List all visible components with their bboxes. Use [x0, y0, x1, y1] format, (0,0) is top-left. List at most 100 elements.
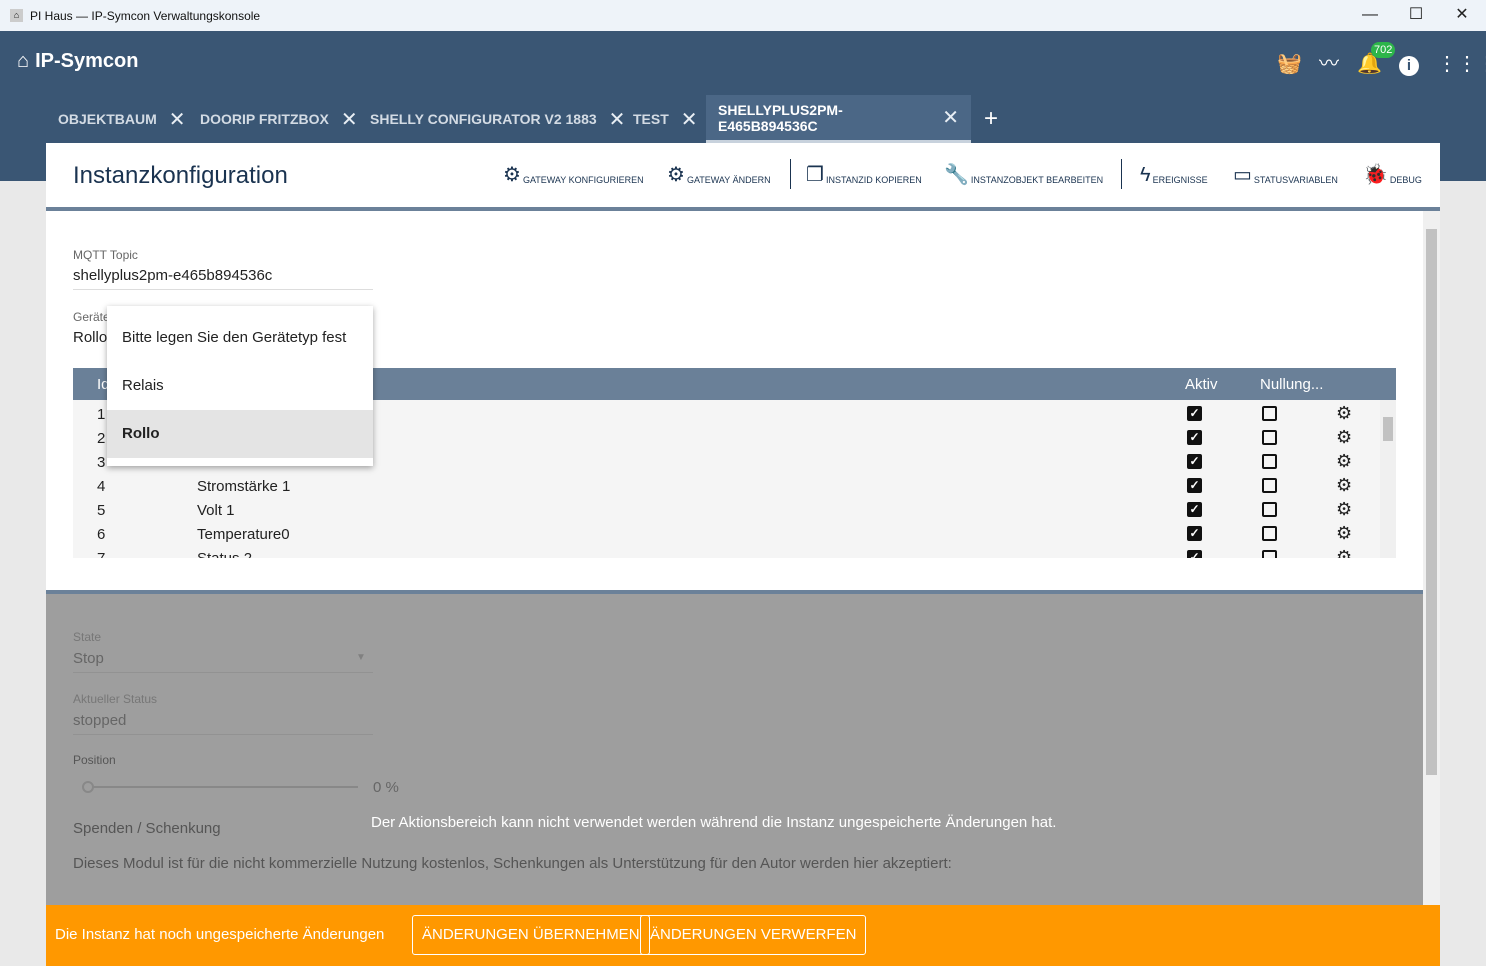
- button-label: DEBUG: [1390, 175, 1422, 185]
- unsaved-message: Die Instanz hat noch ungespeicherte Ände…: [55, 926, 384, 943]
- table-row[interactable]: 5 Volt 1 ✓ ⚙: [73, 498, 1380, 522]
- tab-doorip-fritzbox[interactable]: DOORIP FRITZBOX ✕: [188, 95, 370, 143]
- aktiv-checkbox[interactable]: ✓: [1187, 454, 1202, 469]
- position-slider[interactable]: [84, 786, 358, 788]
- row-name: Volt 1: [197, 502, 235, 519]
- close-tab-icon[interactable]: ✕: [341, 107, 358, 132]
- button-label: INSTANZOBJEKT BEARBEITEN: [971, 175, 1103, 185]
- chevron-down-icon: ▼: [356, 652, 366, 663]
- nullung-checkbox[interactable]: [1262, 550, 1277, 558]
- row-name: Temperature0: [197, 526, 290, 543]
- panel-scrollbar[interactable]: [1423, 211, 1440, 905]
- label-icon: ▭: [1233, 165, 1252, 185]
- toolbar-divider: [790, 159, 791, 189]
- bolt-icon: ϟ: [1140, 165, 1151, 185]
- position-label: Position: [73, 753, 116, 767]
- chart-icon[interactable]: 〰: [1317, 52, 1341, 76]
- status-label: Aktueller Status: [73, 692, 157, 706]
- gear-icon: ⚙: [503, 165, 521, 185]
- apply-changes-button[interactable]: ÄNDERUNGEN ÜBERNEHMEN: [412, 915, 650, 955]
- nullung-checkbox[interactable]: [1262, 406, 1277, 421]
- device-type-dropdown: Bitte legen Sie den Gerätetyp fest Relai…: [107, 306, 373, 466]
- tab-label: OBJEKTBAUM: [58, 111, 157, 127]
- close-tab-icon[interactable]: ✕: [942, 105, 959, 130]
- aktiv-checkbox[interactable]: ✓: [1187, 406, 1202, 421]
- gear-icon[interactable]: ⚙: [1336, 499, 1352, 520]
- debug-button[interactable]: 🐞DEBUG: [1363, 165, 1422, 185]
- status-variables-button[interactable]: ▭STATUSVARIABLEN: [1233, 165, 1338, 185]
- aktiv-checkbox[interactable]: ✓: [1187, 430, 1202, 445]
- button-label: GATEWAY KONFIGURIEREN: [523, 175, 644, 185]
- row-number: 1: [97, 406, 105, 423]
- button-label: INSTANZID KOPIEREN: [826, 175, 922, 185]
- dropdown-option[interactable]: Relais: [107, 362, 373, 410]
- tab-objektbaum[interactable]: OBJEKTBAUM ✕: [46, 95, 198, 143]
- button-label: GATEWAY ÄNDERN: [687, 175, 771, 185]
- nullung-checkbox[interactable]: [1262, 502, 1277, 517]
- tab-shellyplus2pm[interactable]: SHELLYPLUS2PM-E465B894536C ✕: [706, 95, 971, 143]
- tab-test[interactable]: TEST ✕: [621, 95, 710, 143]
- device-type-select[interactable]: Rollo: [73, 329, 107, 346]
- dropdown-option-selected[interactable]: Rollo: [107, 410, 373, 458]
- slider-thumb[interactable]: [82, 781, 94, 793]
- dropdown-option[interactable]: Bitte legen Sie den Gerätetyp fest: [107, 314, 373, 362]
- copy-instanceid-button[interactable]: ❐INSTANZID KOPIEREN: [806, 165, 922, 185]
- gear-icon[interactable]: ⚙: [1336, 547, 1352, 558]
- info-icon[interactable]: i: [1397, 52, 1421, 76]
- donation-text: Dieses Modul ist für die nicht kommerzie…: [73, 855, 952, 872]
- gateway-configure-button[interactable]: ⚙GATEWAY KONFIGURIEREN: [503, 165, 644, 185]
- tab-label: DOORIP FRITZBOX: [200, 111, 329, 127]
- gear-icon[interactable]: ⚙: [1336, 523, 1352, 544]
- minimize-button[interactable]: —: [1350, 4, 1390, 26]
- home-icon: ⌂: [17, 50, 29, 73]
- close-tab-icon[interactable]: ✕: [681, 107, 698, 132]
- close-tab-icon[interactable]: ✕: [169, 107, 186, 132]
- table-scrollbar[interactable]: [1380, 400, 1396, 558]
- mqtt-topic-input[interactable]: shellyplus2pm-e465b894536c: [73, 267, 272, 284]
- discard-changes-button[interactable]: ÄNDERUNGEN VERWERFEN: [640, 915, 866, 955]
- aktiv-checkbox[interactable]: ✓: [1187, 550, 1202, 558]
- notification-badge: 702: [1371, 42, 1395, 58]
- tab-shelly-configurator[interactable]: SHELLY CONFIGURATOR V2 1883✕: [358, 95, 637, 143]
- maximize-button[interactable]: ☐: [1396, 4, 1436, 26]
- table-row[interactable]: 4 Stromstärke 1 ✓ ⚙: [73, 474, 1380, 498]
- events-button[interactable]: ϟEREIGNISSE: [1140, 165, 1208, 185]
- button-label: STATUSVARIABLEN: [1254, 175, 1338, 185]
- page-title: Instanzkonfiguration: [73, 162, 288, 190]
- gear-icon[interactable]: ⚙: [1336, 451, 1352, 472]
- gear-icon[interactable]: ⚙: [1336, 427, 1352, 448]
- nullung-checkbox[interactable]: [1262, 430, 1277, 445]
- input-underline: [73, 734, 373, 735]
- nullung-checkbox[interactable]: [1262, 454, 1277, 469]
- disabled-message: Der Aktionsbereich kann nicht verwendet …: [371, 814, 1056, 831]
- column-aktiv[interactable]: Aktiv: [1185, 376, 1218, 393]
- basket-icon[interactable]: 🧺: [1277, 52, 1301, 76]
- table-row[interactable]: 7 Status 2 ✓ ⚙: [73, 546, 1380, 558]
- app-icon: ⌂: [10, 9, 23, 22]
- nullung-checkbox[interactable]: [1262, 478, 1277, 493]
- nullung-checkbox[interactable]: [1262, 526, 1277, 541]
- tab-label: TEST: [633, 111, 669, 127]
- state-select[interactable]: Stop: [73, 650, 104, 667]
- copy-icon: ❐: [806, 165, 824, 185]
- gear-icon[interactable]: ⚙: [1336, 475, 1352, 496]
- aktiv-checkbox[interactable]: ✓: [1187, 478, 1202, 493]
- gear-icon[interactable]: ⚙: [1336, 403, 1352, 424]
- divider: [46, 207, 1440, 211]
- column-nullung[interactable]: Nullung...: [1260, 376, 1323, 393]
- state-label: State: [73, 630, 101, 644]
- aktiv-checkbox[interactable]: ✓: [1187, 526, 1202, 541]
- edit-instance-object-button[interactable]: 🔧INSTANZOBJEKT BEARBEITEN: [944, 165, 1103, 185]
- logo[interactable]: ⌂IP-Symcon: [17, 50, 138, 73]
- apps-icon[interactable]: ⋮⋮⋮: [1437, 52, 1461, 76]
- close-window-button[interactable]: ✕: [1442, 4, 1482, 26]
- row-name: Status 2: [197, 550, 252, 558]
- row-number: 6: [97, 526, 105, 543]
- input-underline: [73, 672, 373, 673]
- add-tab-button[interactable]: +: [972, 95, 1010, 143]
- table-row[interactable]: 6 Temperature0 ✓ ⚙: [73, 522, 1380, 546]
- window-title: PI Haus — IP-Symcon Verwaltungskonsole: [30, 9, 260, 23]
- gateway-change-button[interactable]: ⚙GATEWAY ÄNDERN: [667, 165, 771, 185]
- tab-label: SHELLYPLUS2PM-E465B894536C: [718, 102, 930, 134]
- aktiv-checkbox[interactable]: ✓: [1187, 502, 1202, 517]
